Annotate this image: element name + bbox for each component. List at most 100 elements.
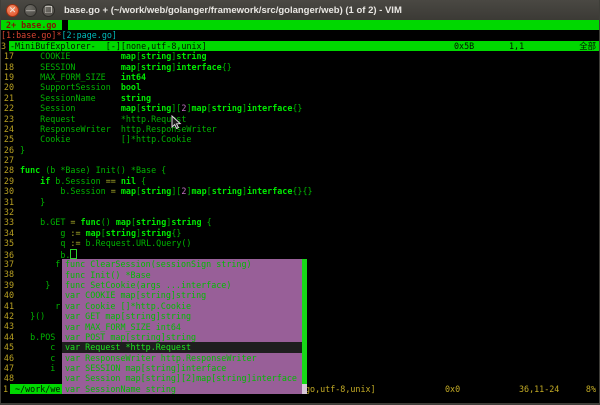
line-number: 43	[1, 321, 14, 331]
code-token: r	[20, 301, 60, 311]
popup-item[interactable]: func ClearSession(sessionSign string)	[62, 259, 302, 269]
code-token: interface	[247, 186, 292, 196]
code-line[interactable]: 27	[1, 155, 599, 165]
popup-item[interactable]: var MAX_FORM_SIZE int64	[62, 322, 302, 332]
code-line[interactable]: 36 b.	[1, 249, 599, 259]
tab-base-go[interactable]: 2+ base.go	[1, 20, 62, 30]
minibuf-cursor-pos: 1,1	[509, 41, 524, 51]
line-number: 27	[1, 155, 14, 165]
minimize-button[interactable]: —	[24, 4, 37, 17]
code-token: string	[212, 103, 242, 113]
close-button[interactable]: ✕	[6, 4, 19, 17]
status-cursor-pos: 36,11-24	[519, 384, 559, 394]
line-number: 32	[1, 207, 14, 217]
code-token: map	[121, 51, 136, 61]
code-line[interactable]: 28func (b *Base) Init() *Base {	[1, 165, 599, 175]
popup-item[interactable]: var SESSION map[string]interface	[62, 363, 302, 373]
minibuf-buffer-item[interactable]: [2:page.go]	[62, 30, 117, 40]
code-token: {	[202, 217, 212, 227]
line-number: 48	[1, 373, 14, 383]
code-token: {}	[292, 103, 302, 113]
popup-item[interactable]: func SetCookie(args ...interface)	[62, 280, 302, 290]
tabline: 2+ base.go	[1, 20, 599, 30]
tabline-fill	[68, 20, 599, 30]
code-token: nil	[121, 176, 136, 186]
popup-item[interactable]: var POST map[string]string	[62, 332, 302, 342]
code-line[interactable]: 17 COOKIE map[string]string	[1, 51, 599, 61]
popup-item[interactable]: var SessionName string	[62, 384, 302, 394]
vim-window: ✕ — ❒ base.go + (~/work/web/golanger/fra…	[0, 0, 600, 405]
titlebar: ✕ — ❒ base.go + (~/work/web/golanger/fra…	[1, 0, 599, 20]
code-line[interactable]: 18 SESSION map[string]interface{}	[1, 62, 599, 72]
code-token: func	[81, 217, 101, 227]
line-number: 37	[1, 259, 14, 269]
line-number: 40	[1, 290, 14, 300]
code-token: b.Session	[50, 176, 105, 186]
maximize-button[interactable]: ❒	[42, 4, 55, 17]
line-number: 26	[1, 145, 14, 155]
code-token: string	[136, 217, 166, 227]
code-token: int64	[121, 72, 146, 82]
code-token: SupportSession	[20, 82, 121, 92]
code-line[interactable]: 34 g := map[string]string{}	[1, 228, 599, 238]
line-number: 21	[1, 93, 14, 103]
status-buffer-number: 1	[3, 384, 8, 394]
minibuf-scroll-pct: 全部	[579, 41, 596, 51]
maximize-icon: ❒	[44, 6, 52, 15]
code-line[interactable]: 33 b.GET = func() map[string]string {	[1, 217, 599, 227]
code-line[interactable]: 24 ResponseWriter http.ResponseWriter	[1, 124, 599, 134]
code-token: }()	[20, 311, 45, 321]
popup-item[interactable]: var ResponseWriter http.ResponseWriter	[62, 353, 302, 363]
code-line[interactable]: 31 }	[1, 197, 599, 207]
code-line[interactable]: 22 Session map[string][2]map[string]inte…	[1, 103, 599, 113]
code-token: b.Session	[20, 186, 111, 196]
popup-scrollbar-thumb[interactable]	[302, 259, 307, 384]
code-token: }	[20, 145, 25, 155]
code-token: map	[121, 62, 136, 72]
code-line[interactable]: 26}	[1, 145, 599, 155]
code-token: f	[20, 259, 60, 269]
code-line[interactable]: 25 Cookie []*http.Cookie	[1, 134, 599, 144]
line-number: 45	[1, 342, 14, 352]
code-token: {	[136, 176, 146, 186]
line-number: 23	[1, 114, 14, 124]
code-token: map	[121, 103, 136, 113]
status-scroll-pct: 8%	[586, 384, 596, 394]
minibuf-buffer-item[interactable]: [1:base.go]*	[1, 30, 62, 40]
code-token: map	[86, 228, 101, 238]
popup-item[interactable]: var GET map[string]string	[62, 311, 302, 321]
popup-item[interactable]: func Init() *Base	[62, 270, 302, 280]
code-line[interactable]: 21 SessionName string	[1, 93, 599, 103]
code-token: ==	[106, 176, 116, 186]
code-token: interface	[247, 103, 292, 113]
status-file-path: ~/work/we	[10, 384, 63, 394]
line-number: 42	[1, 311, 14, 321]
code-line[interactable]: 19 MAX_FORM_SIZE int64	[1, 72, 599, 82]
code-token: Session	[20, 103, 121, 113]
minibuf-status-text: -MiniBufExplorer- [-][none,utf-8,unix]	[10, 41, 207, 51]
code-line[interactable]: 35 q := b.Request.URL.Query()	[1, 238, 599, 248]
code-token: ()	[101, 217, 116, 227]
popup-item[interactable]: var Cookie []*http.Cookie	[62, 301, 302, 311]
code-line[interactable]: 30 b.Session = map[string][2]map[string]…	[1, 186, 599, 196]
line-number: 22	[1, 103, 14, 113]
popup-item-selected[interactable]: var Request *http.Request	[62, 342, 302, 352]
code-token: ][	[171, 186, 181, 196]
popup-item[interactable]: var Session map[string][2]map[string]int…	[62, 373, 302, 383]
line-number: 17	[1, 51, 14, 61]
code-token: string	[176, 51, 206, 61]
popup-item[interactable]: var COOKIE map[string]string	[62, 290, 302, 300]
code-token: string	[106, 228, 136, 238]
code-token: {}	[171, 228, 181, 238]
code-token: Request *http.Request	[20, 114, 186, 124]
code-token: :=	[70, 238, 80, 248]
completion-popup: func ClearSession(sessionSign string)fun…	[62, 259, 307, 394]
code-line[interactable]: 32	[1, 207, 599, 217]
code-line[interactable]: 29 if b.Session == nil {	[1, 176, 599, 186]
code-token: SESSION	[20, 62, 121, 72]
code-token: map	[191, 103, 206, 113]
line-number: 33	[1, 217, 14, 227]
code-line[interactable]: 20 SupportSession bool	[1, 82, 599, 92]
code-line[interactable]: 23 Request *http.Request	[1, 114, 599, 124]
code-token: :=	[70, 228, 80, 238]
